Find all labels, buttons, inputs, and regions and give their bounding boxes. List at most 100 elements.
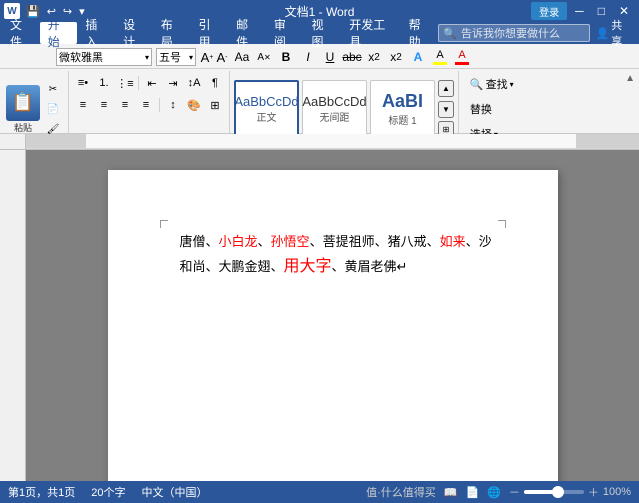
page-corner-tr [498,220,506,228]
page-corner-tl [160,220,168,228]
decrease-indent-btn[interactable]: ⇤ [142,73,162,93]
highlight-btn[interactable]: A [431,48,449,66]
numbering-btn[interactable]: 1. [94,73,114,93]
font-size-select[interactable]: 五号 [156,48,196,66]
document-page[interactable]: 唐僧、小白龙、孙悟空、菩提祖师、猪八戒、如来、沙和尚、大鹏金翅、用大字、黄眉老佛… [108,170,558,481]
word-count: 20个字 [91,484,125,500]
page-info: 第1页，共1页 [8,484,75,500]
menu-help[interactable]: 帮助 [401,22,439,44]
menu-layout[interactable]: 布局 [153,22,191,44]
text-segment-1: 唐僧、 [180,234,219,249]
font-color-btn[interactable]: A [453,48,471,66]
ribbon-row1: 微软雅黑 五号 A+ A- Aa A✕ B I U abc x2 x2 A A [0,44,639,69]
menu-insert[interactable]: 插入 [77,22,115,44]
menu-home[interactable]: 开始 [40,22,78,44]
underline-button[interactable]: U [321,48,339,66]
ruler-corner [0,134,26,150]
text-segment-9: 、黄眉老佛↵ [332,259,408,274]
style-scroll-arrows: ▲ ▼ ⊞ [438,80,454,138]
paste-label: 粘贴 [14,121,32,134]
ribbon-expand-btn[interactable]: ▲ [625,73,635,84]
zoom-slider-thumb[interactable] [552,486,564,498]
menu-review[interactable]: 审阅 [266,22,304,44]
font-size-controls: A+ A- [200,50,229,64]
zoom-slider-track[interactable] [524,490,584,494]
multilevel-btn[interactable]: ⋮≡ [115,73,135,93]
font-shrink-btn[interactable]: A- [215,50,229,64]
bold-button[interactable]: B [277,48,295,66]
text-segment-4: 孙悟空 [271,234,310,249]
text-segment-8: 用大字 [284,258,332,275]
paste-icon: 📋 [6,85,40,121]
tell-me-search[interactable]: 🔍 告诉我你想要做什么 [438,24,589,42]
replace-btn[interactable]: 替换 [463,98,521,120]
change-case-btn[interactable]: Aa [233,48,251,66]
para-row2: ≡ ≡ ≡ ≡ ↕ 🎨 ⊞ [73,95,225,115]
font-grow-btn[interactable]: A+ [200,50,214,64]
menu-bar: 文件 开始 插入 设计 布局 引用 邮件 审阅 视图 开发工具 帮助 🔍 告诉我… [0,22,639,44]
increase-indent-btn[interactable]: ⇥ [163,73,183,93]
menu-design[interactable]: 设计 [115,22,153,44]
window-title: 文档1 - Word [285,3,355,20]
sort-btn[interactable]: ↕A [184,73,204,93]
style-heading1[interactable]: AaBI 标题 1 [370,80,435,138]
document-content[interactable]: 唐僧、小白龙、孙悟空、菩提祖师、猪八戒、如来、沙和尚、大鹏金翅、用大字、黄眉老佛… [180,230,498,282]
menu-mailings[interactable]: 邮件 [228,22,266,44]
borders-btn[interactable]: ⊞ [205,95,225,115]
document-area[interactable]: 唐僧、小白龙、孙悟空、菩提祖师、猪八戒、如来、沙和尚、大鹏金翅、用大字、黄眉老佛… [26,150,639,481]
align-left-btn[interactable]: ≡ [73,95,93,115]
clear-format-btn[interactable]: A✕ [255,48,273,66]
menu-file[interactable]: 文件 [2,22,40,44]
ribbon: 微软雅黑 五号 A+ A- Aa A✕ B I U abc x2 x2 A A [0,44,639,134]
shading-btn[interactable]: 🎨 [184,95,204,115]
align-right-btn[interactable]: ≡ [115,95,135,115]
menu-view[interactable]: 视图 [304,22,342,44]
clipboard-secondary: ✂ 📄 🖌 [44,80,62,138]
text-segment-3: 、 [258,234,271,249]
status-left: 第1页，共1页 20个字 中文（中国） [8,484,208,500]
left-scroll-gutter [0,150,26,481]
text-segment-5: 、菩提祖师、猪八戒、 [310,234,440,249]
cut-btn[interactable]: ✂ [44,80,62,98]
horizontal-ruler [26,134,639,150]
status-right: 值·什么值得买 📖 📄 🌐 － ＋ 100% [366,484,631,500]
style-normal[interactable]: AaBbCcDd 正文 [234,80,299,138]
para-row1: ≡• 1. ⋮≡ ⇤ ⇥ ↕A ¶ [73,73,225,93]
superscript-btn[interactable]: x2 [387,48,405,66]
menu-references[interactable]: 引用 [190,22,228,44]
italic-button[interactable]: I [299,48,317,66]
bullets-btn[interactable]: ≡• [73,73,93,93]
style-no-spacing[interactable]: AaBbCcDd 无间距 [302,80,367,138]
paste-button[interactable]: 📋 粘贴 [6,85,40,134]
main-editing-area: 唐僧、小白龙、孙悟空、菩提祖师、猪八戒、如来、沙和尚、大鹏金翅、用大字、黄眉老佛… [0,150,639,481]
font-name-select[interactable]: 微软雅黑 [56,48,152,66]
para-divider2 [159,98,160,112]
strikethrough-btn[interactable]: abc [343,48,361,66]
text-effect-btn[interactable]: A [409,48,427,66]
ruler-area [0,134,639,150]
style-down-btn[interactable]: ▼ [438,101,454,118]
copy-btn[interactable]: 📄 [44,100,62,118]
text-segment-6: 如来 [440,234,466,249]
zoom-level: 100% [603,486,631,498]
zoom-out-btn[interactable]: － [509,484,520,500]
zoom-control: － ＋ 100% [509,484,631,500]
find-btn[interactable]: 🔍查找▾ [463,73,521,95]
menu-developer[interactable]: 开发工具 [341,22,400,44]
line-spacing-btn[interactable]: ↕ [163,95,183,115]
align-center-btn[interactable]: ≡ [94,95,114,115]
para-divider1 [138,76,139,90]
zoom-slider-fill [524,490,554,494]
watermark-text: 值·什么值得买 [366,484,436,500]
justify-btn[interactable]: ≡ [136,95,156,115]
language-info: 中文（中国） [142,484,208,500]
view-read-btn[interactable]: 📖 [444,486,458,499]
status-bar: 第1页，共1页 20个字 中文（中国） 值·什么值得买 📖 📄 🌐 － ＋ 10… [0,481,639,503]
style-up-btn[interactable]: ▲ [438,80,454,97]
subscript-btn[interactable]: x2 [365,48,383,66]
show-marks-btn[interactable]: ¶ [205,73,225,93]
text-segment-2: 小白龙 [219,234,258,249]
view-web-btn[interactable]: 🌐 [487,486,501,499]
view-page-btn[interactable]: 📄 [465,486,479,499]
zoom-in-btn[interactable]: ＋ [588,484,599,500]
